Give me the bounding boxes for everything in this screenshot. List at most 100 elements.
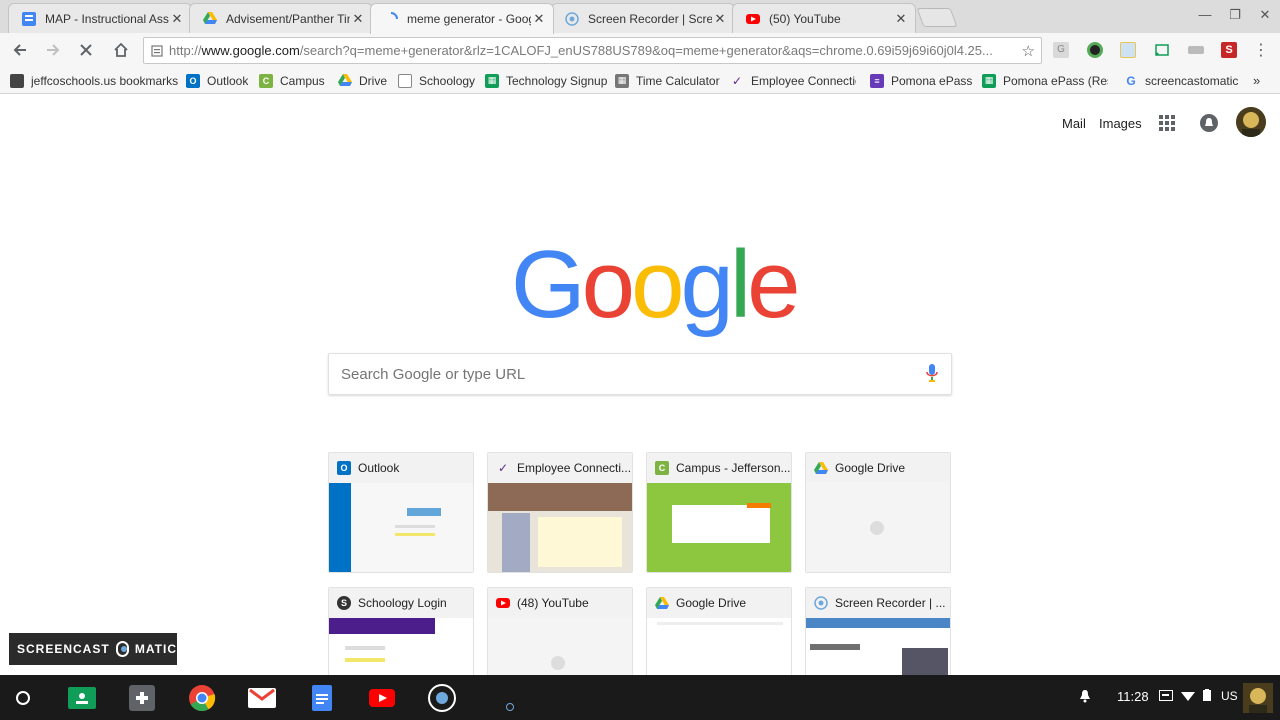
bookmark-star-icon[interactable]: ☆: [1022, 42, 1035, 60]
close-tab-icon[interactable]: ✕: [350, 11, 366, 27]
tile-thumbnail: [647, 483, 791, 572]
more-bookmarks-chevron-icon[interactable]: »: [1253, 72, 1260, 89]
extension-keyboard-icon[interactable]: [1188, 46, 1204, 54]
search-input[interactable]: Search Google or type URL: [328, 353, 952, 395]
extensions-puzzle-icon[interactable]: [127, 683, 157, 713]
close-tab-icon[interactable]: ✕: [893, 11, 909, 27]
google-logo: Google: [511, 231, 801, 338]
loading-spinner-icon: [383, 11, 399, 27]
page-info-icon[interactable]: [151, 44, 163, 57]
new-tab-page: Mail Images Google Search Google or type…: [0, 95, 1280, 708]
google-docs-icon[interactable]: [307, 683, 337, 713]
minimize-icon[interactable]: —: [1193, 5, 1217, 25]
back-arrow-icon[interactable]: [9, 39, 31, 61]
youtube-icon: [745, 11, 761, 27]
extension-s-icon[interactable]: S: [1221, 42, 1237, 58]
sheets-icon: ▦: [982, 73, 996, 88]
new-tab-button[interactable]: [916, 8, 958, 27]
url-host: www.google.com: [201, 43, 300, 58]
most-visited-tile-google-drive[interactable]: Google Drive: [805, 452, 951, 573]
gmail-icon[interactable]: [247, 683, 277, 713]
youtube-app-icon[interactable]: [367, 683, 397, 713]
bookmark-employee-connection[interactable]: ✓ Employee Connectio: [730, 72, 856, 89]
watermark-left-text: SCREENCAST: [17, 642, 110, 656]
tab-title: Advisement/Panther Tin: [226, 11, 350, 26]
clock-time[interactable]: 11:28: [1117, 689, 1149, 704]
chromeos-shelf: 11:28 US: [0, 675, 1280, 720]
jeffco-icon: ✓: [731, 73, 743, 88]
chrome-browser-icon[interactable]: [187, 683, 217, 713]
tab-strip: MAP - Instructional Ass ✕ Advisement/Pan…: [0, 0, 1280, 34]
drive-icon: [202, 11, 218, 27]
most-visited-tile-employee-connection[interactable]: ✓ Employee Connecti...: [487, 452, 633, 573]
screen-icon[interactable]: [1159, 689, 1173, 704]
wifi-icon[interactable]: [1181, 689, 1195, 704]
most-visited-tile-campus[interactable]: C Campus - Jefferson...: [646, 452, 792, 573]
tab-meme-generator[interactable]: meme generator - Googl ✕: [370, 3, 554, 34]
url-scheme: http://: [169, 43, 202, 58]
notification-bell-icon[interactable]: [1079, 689, 1091, 706]
bookmark-pomona-epass[interactable]: ≡ Pomona ePass: [870, 72, 972, 89]
extension-image-icon[interactable]: [1120, 42, 1136, 58]
tab-screen-recorder[interactable]: Screen Recorder | Scree ✕: [551, 3, 735, 33]
mail-link[interactable]: Mail: [1062, 116, 1086, 131]
bookmark-technology-signup[interactable]: ▦ Technology Signup: [485, 72, 607, 89]
bookmark-drive[interactable]: Drive: [338, 72, 387, 89]
images-link[interactable]: Images: [1099, 116, 1142, 131]
bookmark-pomona-epass-responses[interactable]: ▦ Pomona ePass (Resp: [982, 72, 1108, 89]
microphone-icon[interactable]: [925, 363, 939, 386]
bookmark-schoology[interactable]: Schoology: [398, 72, 475, 89]
bookmark-outlook[interactable]: O Outlook: [186, 72, 248, 89]
tab-advisement[interactable]: Advisement/Panther Tin ✕: [189, 3, 373, 33]
restore-icon[interactable]: ❐: [1223, 5, 1247, 25]
cast-icon[interactable]: [1154, 42, 1170, 58]
screencast-icon: [814, 596, 828, 610]
close-window-icon[interactable]: ✕: [1253, 5, 1277, 25]
schoology-icon: S: [337, 596, 351, 610]
campus-icon: C: [655, 461, 669, 475]
screencast-icon: [564, 11, 580, 27]
battery-icon[interactable]: [1203, 689, 1211, 704]
drive-icon: [655, 596, 669, 610]
tab-title: Screen Recorder | Scree: [588, 11, 712, 26]
page-icon: [398, 73, 412, 88]
menu-kebab-icon[interactable]: ⋮: [1250, 39, 1272, 61]
screencastomatic-app-icon[interactable]: [427, 683, 457, 713]
extension-screencast-icon[interactable]: [1087, 42, 1103, 58]
launcher-icon[interactable]: [8, 683, 38, 713]
drive-icon: [814, 461, 828, 475]
jeffco-icon: ✓: [497, 461, 509, 475]
home-icon[interactable]: [110, 39, 132, 61]
url-path: /search?q=meme+generator&rlz=1CALOFJ_enU…: [299, 43, 993, 58]
google-icon: G: [1126, 73, 1136, 88]
notifications-bell-icon[interactable]: [1200, 114, 1218, 135]
address-bar[interactable]: http://www.google.com/search?q=meme+gene…: [143, 37, 1042, 64]
bookmarks-bar: jeffcoschools.us bookmarks O Outlook C C…: [0, 67, 1280, 94]
classroom-app-icon[interactable]: [67, 683, 97, 713]
tab-map[interactable]: MAP - Instructional Ass ✕: [8, 3, 192, 33]
close-tab-icon[interactable]: ✕: [712, 11, 728, 27]
most-visited-tile-outlook[interactable]: O Outlook: [328, 452, 474, 573]
bookmark-campus[interactable]: C Campus: [259, 72, 325, 89]
avatar[interactable]: [1236, 107, 1266, 137]
tile-thumbnail: [329, 483, 473, 572]
bookmark-folder-jeffco[interactable]: jeffcoschools.us bookmarks: [10, 72, 178, 89]
input-locale[interactable]: US: [1221, 689, 1238, 703]
calculator-icon: ▦: [615, 73, 629, 88]
bookmark-time-calculator[interactable]: ▦ Time Calculator: [615, 72, 720, 89]
outlook-icon: O: [186, 73, 200, 88]
apps-grid-icon[interactable]: [1159, 115, 1175, 134]
forms-icon: ≡: [870, 73, 884, 88]
url-text: http://www.google.com/search?q=meme+gene…: [169, 43, 1009, 58]
tab-youtube[interactable]: (50) YouTube ✕: [732, 3, 916, 33]
tile-thumbnail: [488, 483, 632, 572]
stop-loading-icon[interactable]: [75, 39, 97, 61]
close-tab-icon[interactable]: ✕: [169, 11, 185, 27]
forward-arrow-icon[interactable]: [42, 39, 64, 61]
extension-g-icon[interactable]: G: [1053, 42, 1069, 58]
user-avatar[interactable]: [1243, 683, 1273, 713]
tile-thumbnail: [806, 483, 950, 572]
close-tab-icon[interactable]: ✕: [531, 11, 547, 27]
folder-icon: [10, 73, 24, 88]
bookmark-screencastomatic[interactable]: G screencastomatic: [1124, 72, 1238, 89]
